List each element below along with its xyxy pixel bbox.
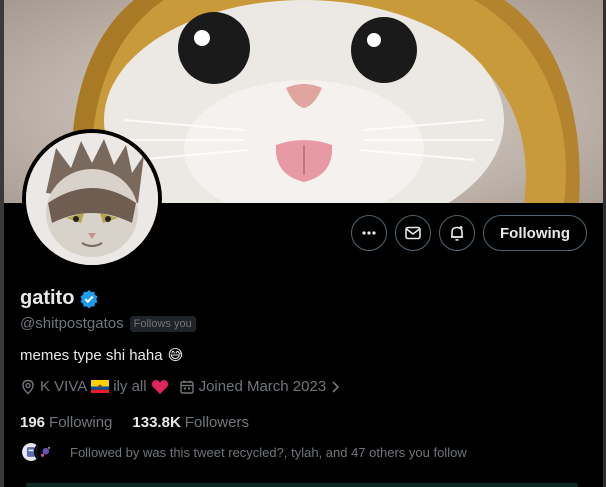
ecuador-flag-icon (91, 380, 110, 393)
join-date[interactable]: Joined March 2023 (179, 378, 341, 395)
joined-text: Joined March 2023 (198, 378, 327, 395)
follower-avatar (34, 441, 56, 463)
followers-label: Followers (184, 414, 249, 431)
profile-avatar[interactable] (22, 129, 162, 269)
following-label: Following (49, 414, 113, 431)
more-icon (362, 231, 376, 235)
chevron-right-icon (332, 380, 340, 393)
location: K VIVA ily all (20, 378, 169, 395)
more-button[interactable] (351, 215, 387, 251)
following-count: 196 (20, 414, 46, 431)
heart-icon (151, 379, 168, 394)
followers-count: 133.8K (132, 414, 181, 431)
bio-text: memes type shi haha (20, 346, 163, 364)
following-button[interactable]: Following (483, 215, 587, 251)
followers-stat[interactable]: 133.8K Followers (132, 414, 249, 431)
message-button[interactable] (395, 215, 431, 251)
notification-bell-icon (451, 226, 463, 241)
location-pin-icon (22, 379, 34, 394)
envelope-icon (405, 226, 421, 240)
avatar-image (26, 133, 158, 265)
name-row: gatito (20, 287, 99, 310)
profile-meta: K VIVA ily all Joined March 2023 (20, 378, 350, 395)
follower-avatars (20, 441, 56, 463)
sweat-smile-emoji: 😅 (167, 347, 184, 364)
notifications-button[interactable] (439, 215, 475, 251)
display-name: gatito (20, 287, 75, 309)
handle: @shitpostgatos (20, 315, 124, 332)
bio: memes type shi haha 😅 (20, 346, 184, 365)
calendar-icon (179, 380, 194, 394)
location-suffix: ily all (113, 378, 147, 395)
verified-badge-icon[interactable] (79, 289, 99, 309)
bottom-tab-indicator (26, 483, 578, 487)
follows-you-badge: Follows you (129, 315, 196, 332)
follow-stats: 196 Following 133.8K Followers (20, 414, 249, 431)
followed-by-text: Followed by was this tweet recycled?, ty… (70, 444, 467, 460)
following-stat[interactable]: 196 Following (20, 414, 112, 431)
handle-row: @shitpostgatos Follows you (20, 315, 196, 332)
followed-by[interactable]: Followed by was this tweet recycled?, ty… (20, 441, 467, 463)
location-text: K VIVA (40, 378, 88, 395)
